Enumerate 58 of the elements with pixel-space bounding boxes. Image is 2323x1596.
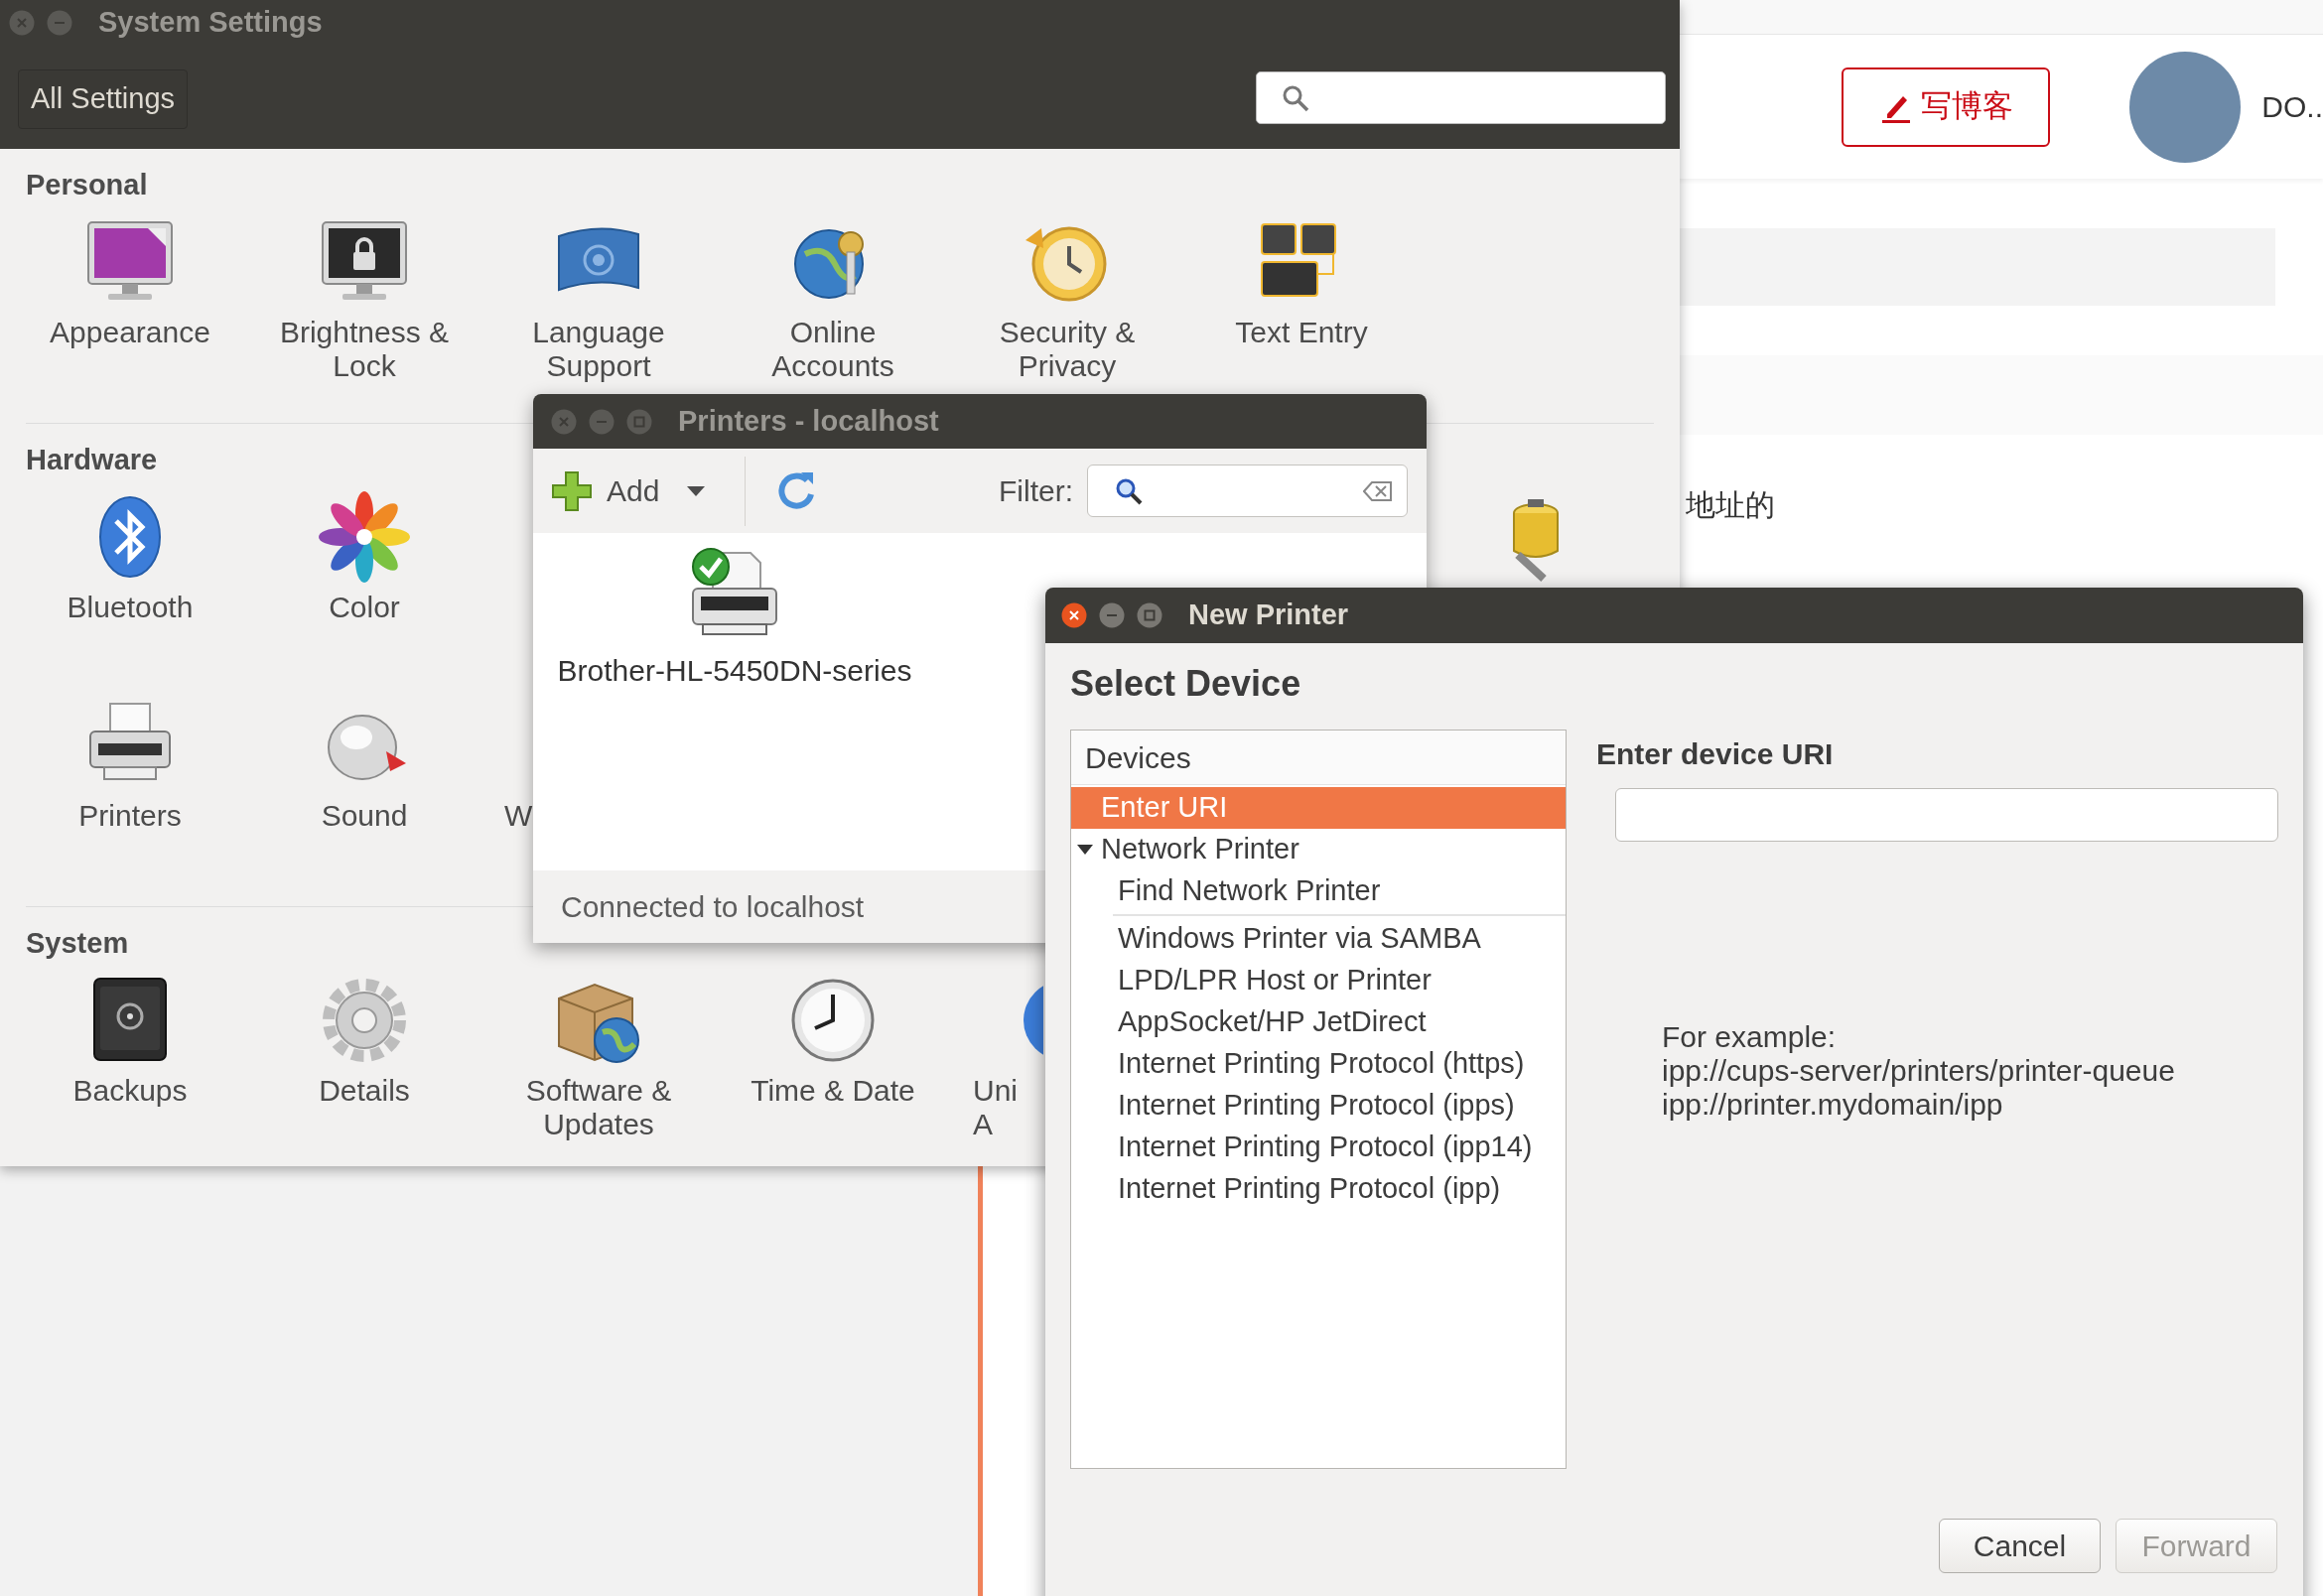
filter-label: Filter: (999, 473, 1073, 509)
section-heading: System (26, 927, 129, 959)
dialog-heading: Select Device (1069, 662, 1302, 706)
write-blog-button[interactable]: 写博客 (1842, 66, 2051, 147)
section-heading: Personal (26, 169, 148, 200)
filter-field[interactable] (1087, 465, 1408, 517)
settings-item[interactable]: Brightness & Lock (260, 214, 469, 383)
settings-item[interactable]: Details (317, 973, 412, 1108)
settings-item[interactable]: Text Entry (1235, 214, 1368, 349)
settings-item[interactable]: Bluetooth (67, 489, 194, 624)
settings-item[interactable]: Time & Date (751, 973, 915, 1108)
window-title: New Printer (1188, 598, 1349, 633)
device-list-item[interactable]: LPD/LPR Host or Printer (1071, 960, 1566, 1001)
device-list-item[interactable]: Internet Printing Protocol (ipp14) (1071, 1127, 1566, 1168)
uri-input-field[interactable] (1615, 788, 2278, 842)
section-heading: Hardware (26, 444, 158, 475)
settings-item[interactable]: Software & Updates (494, 973, 703, 1141)
device-list-item[interactable]: Internet Printing Protocol (ipp) (1071, 1168, 1566, 1210)
maximize-icon[interactable] (626, 408, 652, 435)
window-title: System Settings (98, 4, 323, 40)
settings-item[interactable]: Security & Privacy (963, 214, 1171, 383)
minimize-icon[interactable] (589, 408, 615, 435)
device-list-item[interactable]: Windows Printer via SAMBA (1071, 918, 1566, 960)
caret-icon (685, 483, 708, 498)
settings-item[interactable]: Sound (317, 698, 412, 833)
add-button[interactable]: Add (551, 461, 718, 521)
article-text: 地址的 (1686, 487, 1777, 523)
device-list-item[interactable]: Internet Printing Protocol (https) (1071, 1043, 1566, 1085)
user-name[interactable]: DO.. (2261, 84, 2323, 129)
all-settings-button[interactable]: All Settings (18, 69, 189, 129)
settings-item[interactable]: Color (317, 489, 412, 624)
settings-item[interactable]: Language Support (494, 214, 703, 383)
settings-item[interactable]: W (504, 799, 533, 833)
search-field[interactable] (1256, 71, 1666, 124)
example-text: For example: (1662, 1020, 1838, 1054)
column-header: Devices (1071, 731, 1566, 785)
clear-icon[interactable] (1363, 479, 1393, 502)
maximize-icon[interactable] (1137, 602, 1162, 628)
settings-item[interactable]: Appearance (50, 214, 210, 349)
device-list-item[interactable]: Find Network Printer (1071, 870, 1566, 912)
status-text: Connected to localhost (561, 889, 865, 925)
window-title: Printers - localhost (678, 403, 939, 439)
device-list-item[interactable]: Internet Printing Protocol (ipps) (1071, 1085, 1566, 1127)
printer-item[interactable]: Brother-HL-5450DN-series (533, 533, 936, 682)
close-icon[interactable] (1061, 602, 1087, 628)
flower-icon (317, 489, 412, 585)
example-text: ipp://printer.mydomain/ipp (1662, 1088, 2004, 1122)
settings-item[interactable]: Online Accounts (729, 214, 937, 383)
settings-item[interactable]: Printers (78, 698, 182, 833)
uri-label: Enter device URI (1596, 736, 1835, 772)
device-list-item[interactable]: Network Printer (1071, 829, 1566, 870)
minimize-icon[interactable] (1099, 602, 1125, 628)
settings-item[interactable]: Backups (72, 973, 188, 1108)
device-list-item[interactable]: AppSocket/HP JetDirect (1071, 1001, 1566, 1043)
minimize-icon[interactable] (47, 9, 72, 36)
plus-icon (551, 469, 593, 512)
dialog-button[interactable]: Cancel (1939, 1519, 2101, 1573)
example-text: ipp://cups-server/printers/printer-queue (1662, 1054, 2176, 1088)
